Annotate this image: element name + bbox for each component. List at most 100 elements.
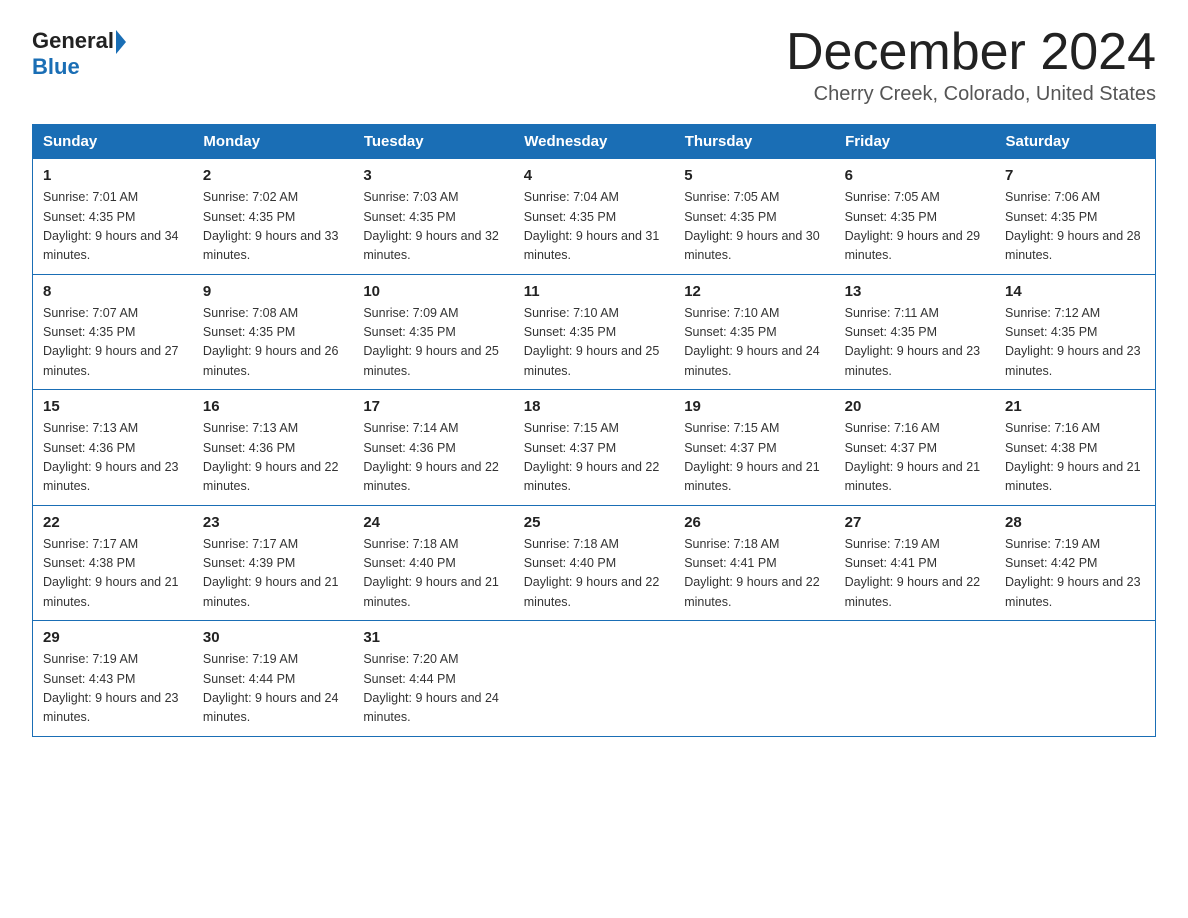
day-number: 31 bbox=[363, 629, 503, 646]
table-row: 11 Sunrise: 7:10 AMSunset: 4:35 PMDaylig… bbox=[514, 274, 674, 390]
day-info: Sunrise: 7:08 AMSunset: 4:35 PMDaylight:… bbox=[203, 304, 343, 382]
day-number: 15 bbox=[43, 398, 183, 415]
day-info: Sunrise: 7:10 AMSunset: 4:35 PMDaylight:… bbox=[684, 304, 824, 382]
day-number: 25 bbox=[524, 514, 664, 531]
table-row: 3 Sunrise: 7:03 AMSunset: 4:35 PMDayligh… bbox=[353, 159, 513, 275]
day-info: Sunrise: 7:19 AMSunset: 4:44 PMDaylight:… bbox=[203, 650, 343, 728]
table-row: 17 Sunrise: 7:14 AMSunset: 4:36 PMDaylig… bbox=[353, 390, 513, 506]
day-number: 22 bbox=[43, 514, 183, 531]
day-number: 7 bbox=[1005, 167, 1145, 184]
day-info: Sunrise: 7:01 AMSunset: 4:35 PMDaylight:… bbox=[43, 188, 183, 266]
table-row: 18 Sunrise: 7:15 AMSunset: 4:37 PMDaylig… bbox=[514, 390, 674, 506]
day-info: Sunrise: 7:11 AMSunset: 4:35 PMDaylight:… bbox=[845, 304, 985, 382]
day-number: 3 bbox=[363, 167, 503, 184]
day-number: 12 bbox=[684, 283, 824, 300]
day-info: Sunrise: 7:12 AMSunset: 4:35 PMDaylight:… bbox=[1005, 304, 1145, 382]
header-tuesday: Tuesday bbox=[353, 125, 513, 159]
table-row: 22 Sunrise: 7:17 AMSunset: 4:38 PMDaylig… bbox=[33, 505, 193, 621]
table-row: 25 Sunrise: 7:18 AMSunset: 4:40 PMDaylig… bbox=[514, 505, 674, 621]
day-info: Sunrise: 7:16 AMSunset: 4:38 PMDaylight:… bbox=[1005, 419, 1145, 497]
day-info: Sunrise: 7:04 AMSunset: 4:35 PMDaylight:… bbox=[524, 188, 664, 266]
day-number: 23 bbox=[203, 514, 343, 531]
logo-triangle-icon bbox=[116, 30, 126, 54]
table-row: 9 Sunrise: 7:08 AMSunset: 4:35 PMDayligh… bbox=[193, 274, 353, 390]
table-row: 8 Sunrise: 7:07 AMSunset: 4:35 PMDayligh… bbox=[33, 274, 193, 390]
table-row bbox=[674, 621, 834, 737]
header-saturday: Saturday bbox=[995, 125, 1155, 159]
logo: General Blue bbox=[32, 28, 126, 80]
day-number: 30 bbox=[203, 629, 343, 646]
logo-general-text: General bbox=[32, 28, 114, 54]
days-header-row: Sunday Monday Tuesday Wednesday Thursday… bbox=[33, 125, 1156, 159]
day-number: 27 bbox=[845, 514, 985, 531]
table-row: 21 Sunrise: 7:16 AMSunset: 4:38 PMDaylig… bbox=[995, 390, 1155, 506]
day-number: 28 bbox=[1005, 514, 1145, 531]
day-number: 6 bbox=[845, 167, 985, 184]
table-row: 13 Sunrise: 7:11 AMSunset: 4:35 PMDaylig… bbox=[835, 274, 995, 390]
day-info: Sunrise: 7:02 AMSunset: 4:35 PMDaylight:… bbox=[203, 188, 343, 266]
day-info: Sunrise: 7:10 AMSunset: 4:35 PMDaylight:… bbox=[524, 304, 664, 382]
calendar-week-4: 22 Sunrise: 7:17 AMSunset: 4:38 PMDaylig… bbox=[33, 505, 1156, 621]
day-number: 19 bbox=[684, 398, 824, 415]
table-row: 10 Sunrise: 7:09 AMSunset: 4:35 PMDaylig… bbox=[353, 274, 513, 390]
header-wednesday: Wednesday bbox=[514, 125, 674, 159]
day-info: Sunrise: 7:19 AMSunset: 4:42 PMDaylight:… bbox=[1005, 535, 1145, 613]
header-sunday: Sunday bbox=[33, 125, 193, 159]
day-info: Sunrise: 7:17 AMSunset: 4:39 PMDaylight:… bbox=[203, 535, 343, 613]
day-number: 1 bbox=[43, 167, 183, 184]
table-row bbox=[514, 621, 674, 737]
table-row: 14 Sunrise: 7:12 AMSunset: 4:35 PMDaylig… bbox=[995, 274, 1155, 390]
day-info: Sunrise: 7:13 AMSunset: 4:36 PMDaylight:… bbox=[203, 419, 343, 497]
day-number: 5 bbox=[684, 167, 824, 184]
day-info: Sunrise: 7:16 AMSunset: 4:37 PMDaylight:… bbox=[845, 419, 985, 497]
day-number: 29 bbox=[43, 629, 183, 646]
logo-blue-text: Blue bbox=[32, 54, 80, 80]
day-info: Sunrise: 7:15 AMSunset: 4:37 PMDaylight:… bbox=[684, 419, 824, 497]
day-number: 18 bbox=[524, 398, 664, 415]
day-number: 2 bbox=[203, 167, 343, 184]
header-thursday: Thursday bbox=[674, 125, 834, 159]
day-info: Sunrise: 7:05 AMSunset: 4:35 PMDaylight:… bbox=[684, 188, 824, 266]
table-row: 20 Sunrise: 7:16 AMSunset: 4:37 PMDaylig… bbox=[835, 390, 995, 506]
table-row: 5 Sunrise: 7:05 AMSunset: 4:35 PMDayligh… bbox=[674, 159, 834, 275]
location-subtitle: Cherry Creek, Colorado, United States bbox=[786, 83, 1156, 106]
table-row: 15 Sunrise: 7:13 AMSunset: 4:36 PMDaylig… bbox=[33, 390, 193, 506]
header-monday: Monday bbox=[193, 125, 353, 159]
day-number: 9 bbox=[203, 283, 343, 300]
day-info: Sunrise: 7:17 AMSunset: 4:38 PMDaylight:… bbox=[43, 535, 183, 613]
day-number: 20 bbox=[845, 398, 985, 415]
day-info: Sunrise: 7:18 AMSunset: 4:41 PMDaylight:… bbox=[684, 535, 824, 613]
day-info: Sunrise: 7:19 AMSunset: 4:41 PMDaylight:… bbox=[845, 535, 985, 613]
table-row bbox=[835, 621, 995, 737]
table-row: 27 Sunrise: 7:19 AMSunset: 4:41 PMDaylig… bbox=[835, 505, 995, 621]
day-info: Sunrise: 7:19 AMSunset: 4:43 PMDaylight:… bbox=[43, 650, 183, 728]
day-number: 13 bbox=[845, 283, 985, 300]
table-row: 19 Sunrise: 7:15 AMSunset: 4:37 PMDaylig… bbox=[674, 390, 834, 506]
table-row: 26 Sunrise: 7:18 AMSunset: 4:41 PMDaylig… bbox=[674, 505, 834, 621]
day-info: Sunrise: 7:09 AMSunset: 4:35 PMDaylight:… bbox=[363, 304, 503, 382]
table-row: 30 Sunrise: 7:19 AMSunset: 4:44 PMDaylig… bbox=[193, 621, 353, 737]
calendar-week-1: 1 Sunrise: 7:01 AMSunset: 4:35 PMDayligh… bbox=[33, 159, 1156, 275]
table-row: 24 Sunrise: 7:18 AMSunset: 4:40 PMDaylig… bbox=[353, 505, 513, 621]
day-info: Sunrise: 7:14 AMSunset: 4:36 PMDaylight:… bbox=[363, 419, 503, 497]
calendar-table: Sunday Monday Tuesday Wednesday Thursday… bbox=[32, 124, 1156, 737]
table-row: 23 Sunrise: 7:17 AMSunset: 4:39 PMDaylig… bbox=[193, 505, 353, 621]
table-row: 6 Sunrise: 7:05 AMSunset: 4:35 PMDayligh… bbox=[835, 159, 995, 275]
calendar-week-5: 29 Sunrise: 7:19 AMSunset: 4:43 PMDaylig… bbox=[33, 621, 1156, 737]
day-number: 10 bbox=[363, 283, 503, 300]
table-row: 16 Sunrise: 7:13 AMSunset: 4:36 PMDaylig… bbox=[193, 390, 353, 506]
table-row: 2 Sunrise: 7:02 AMSunset: 4:35 PMDayligh… bbox=[193, 159, 353, 275]
day-info: Sunrise: 7:20 AMSunset: 4:44 PMDaylight:… bbox=[363, 650, 503, 728]
table-row: 4 Sunrise: 7:04 AMSunset: 4:35 PMDayligh… bbox=[514, 159, 674, 275]
day-info: Sunrise: 7:15 AMSunset: 4:37 PMDaylight:… bbox=[524, 419, 664, 497]
day-info: Sunrise: 7:03 AMSunset: 4:35 PMDaylight:… bbox=[363, 188, 503, 266]
table-row: 31 Sunrise: 7:20 AMSunset: 4:44 PMDaylig… bbox=[353, 621, 513, 737]
day-info: Sunrise: 7:18 AMSunset: 4:40 PMDaylight:… bbox=[524, 535, 664, 613]
header-friday: Friday bbox=[835, 125, 995, 159]
day-number: 11 bbox=[524, 283, 664, 300]
day-number: 16 bbox=[203, 398, 343, 415]
day-info: Sunrise: 7:06 AMSunset: 4:35 PMDaylight:… bbox=[1005, 188, 1145, 266]
day-info: Sunrise: 7:13 AMSunset: 4:36 PMDaylight:… bbox=[43, 419, 183, 497]
calendar-week-3: 15 Sunrise: 7:13 AMSunset: 4:36 PMDaylig… bbox=[33, 390, 1156, 506]
day-number: 14 bbox=[1005, 283, 1145, 300]
